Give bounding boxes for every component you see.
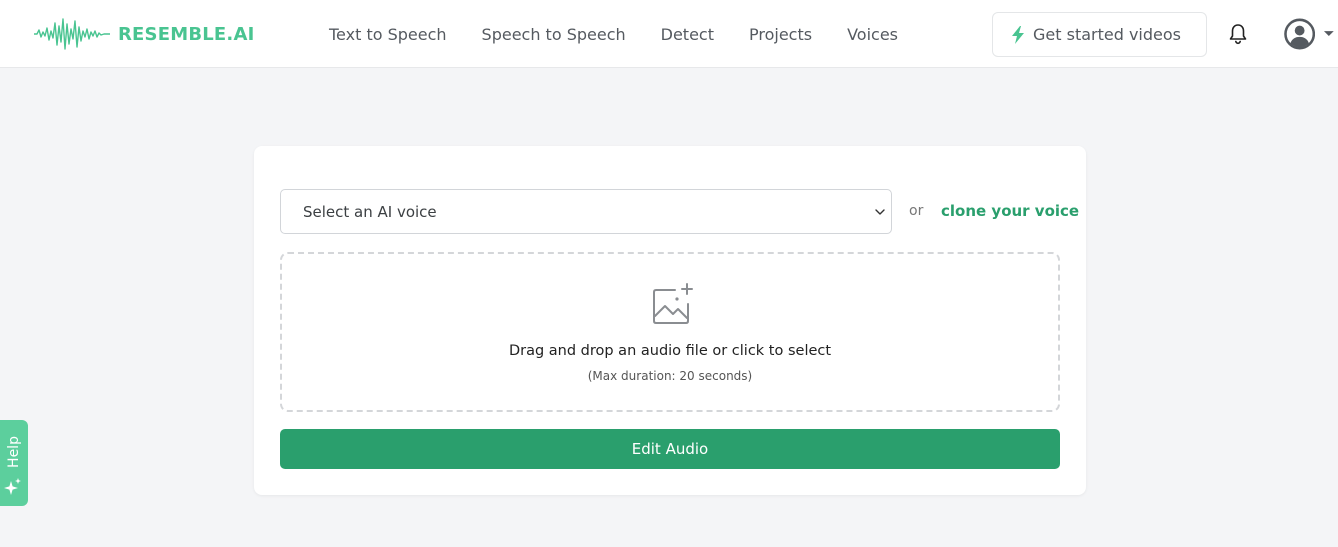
bell-icon[interactable]: [1226, 22, 1250, 46]
dropzone-title: Drag and drop an audio file or click to …: [508, 343, 832, 359]
nav-detect[interactable]: Detect: [661, 25, 714, 44]
ai-voice-select-value: Select an AI voice: [303, 202, 437, 221]
brand-logo[interactable]: RESEMBLE.AI: [34, 15, 254, 53]
waveform-logo-icon: [34, 18, 110, 50]
main-nav: Text to Speech Speech to Speech Detect P…: [329, 0, 933, 68]
dropzone-subtitle: (Max duration: 20 seconds): [587, 369, 753, 383]
lightning-icon: [1012, 25, 1024, 44]
nav-voices[interactable]: Voices: [847, 25, 898, 44]
get-started-videos-button[interactable]: Get started videos: [992, 12, 1207, 57]
clone-voice-link[interactable]: clone your voice: [941, 202, 1079, 220]
audio-dropzone[interactable]: Drag and drop an audio file or click to …: [280, 252, 1060, 412]
top-header: RESEMBLE.AI Text to Speech Speech to Spe…: [0, 0, 1338, 68]
nav-projects[interactable]: Projects: [749, 25, 812, 44]
chevron-down-icon: [875, 209, 885, 215]
or-separator: or: [909, 203, 924, 219]
account-menu[interactable]: [1284, 18, 1336, 50]
brand-name: RESEMBLE.AI: [118, 23, 255, 45]
nav-text-to-speech[interactable]: Text to Speech: [329, 25, 447, 44]
edit-audio-card: Select an AI voice or clone your voice D…: [254, 146, 1086, 495]
nav-speech-to-speech[interactable]: Speech to Speech: [482, 25, 626, 44]
image-add-icon: [653, 283, 693, 324]
caret-down-icon: [1324, 31, 1335, 36]
ai-voice-select[interactable]: Select an AI voice: [280, 189, 892, 234]
get-started-videos-label: Get started videos: [1033, 25, 1181, 44]
edit-audio-button[interactable]: Edit Audio: [280, 429, 1060, 469]
user-avatar-icon: [1284, 18, 1316, 50]
help-tab[interactable]: Help: [0, 420, 28, 506]
sparkle-icon: [4, 478, 21, 495]
help-label: Help: [6, 436, 22, 468]
